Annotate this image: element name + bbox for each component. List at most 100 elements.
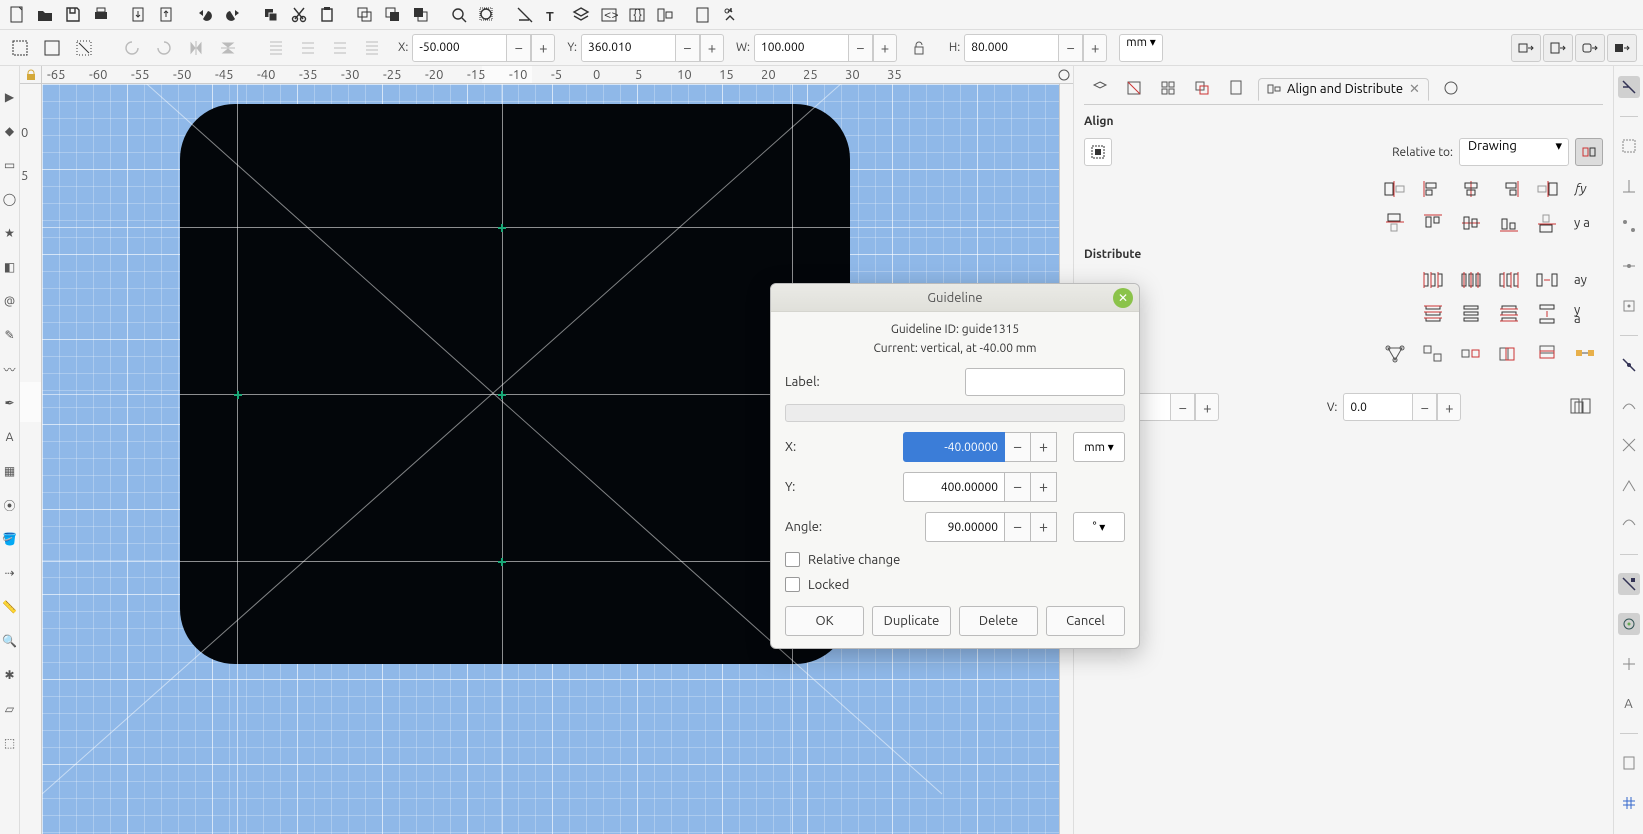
snap-edge-icon[interactable] xyxy=(1618,175,1640,197)
dlg-y-inc-button[interactable]: + xyxy=(1031,472,1057,502)
horizontal-ruler[interactable]: -65-60-55-50-45-40-35-30-25-20-15-10-505… xyxy=(42,66,1055,84)
overlap-v-input[interactable] xyxy=(1343,393,1413,421)
h-input[interactable] xyxy=(964,34,1059,62)
xml-icon[interactable]: <> xyxy=(596,2,622,28)
dist-vgap-icon[interactable] xyxy=(1533,301,1561,327)
circle-tool-icon[interactable]: ◯ xyxy=(2,186,18,212)
align-hcenter-icon[interactable] xyxy=(1457,176,1485,202)
affect-pattern-icon[interactable] xyxy=(1607,34,1637,62)
graph-connect-icon[interactable] xyxy=(1381,341,1409,367)
dlg-angle-input[interactable] xyxy=(925,512,1005,542)
flip-v-icon[interactable] xyxy=(214,34,242,62)
flip-h-icon[interactable] xyxy=(182,34,210,62)
gradient-tool-icon[interactable]: ▦ xyxy=(2,458,18,484)
align-as-group-button[interactable] xyxy=(1575,138,1603,166)
dist-vcenter-icon[interactable] xyxy=(1457,301,1485,327)
locked-checkbox[interactable] xyxy=(785,577,800,592)
snap-intersect-icon[interactable] xyxy=(1618,434,1640,456)
x-inc-button[interactable]: + xyxy=(531,34,555,62)
unlink-clone-icon[interactable] xyxy=(380,2,406,28)
label-input[interactable] xyxy=(965,368,1125,396)
panel-icon-4[interactable] xyxy=(1190,76,1214,100)
y-dec-button[interactable]: − xyxy=(676,34,700,62)
pencil-tool-icon[interactable]: ✎ xyxy=(2,322,18,348)
align-left-icon[interactable] xyxy=(1419,176,1447,202)
remove-overlap-v-icon[interactable] xyxy=(1533,341,1561,367)
panel-icon-3[interactable] xyxy=(1156,76,1180,100)
panel-icon-2[interactable] xyxy=(1122,76,1146,100)
dropper-tool-icon[interactable]: ⦿ xyxy=(2,492,18,518)
snap-other-icon[interactable] xyxy=(1618,573,1640,595)
snap-cusp-icon[interactable] xyxy=(1618,474,1640,496)
panel-icon-5[interactable] xyxy=(1224,76,1248,100)
selectors-icon[interactable]: {} xyxy=(624,2,650,28)
snap-corner-icon[interactable] xyxy=(1618,215,1640,237)
relative-to-select[interactable]: Drawing▾ xyxy=(1459,138,1569,166)
redo-icon[interactable] xyxy=(220,2,246,28)
delete-button[interactable]: Delete xyxy=(959,606,1038,636)
sel-as-group-button[interactable] xyxy=(1084,138,1112,166)
affect-corner-icon[interactable] xyxy=(1575,34,1605,62)
h-dec-button[interactable]: − xyxy=(1059,34,1083,62)
dist-bottom-icon[interactable] xyxy=(1495,301,1523,327)
duplicate-button[interactable]: Duplicate xyxy=(872,606,951,636)
snap-midpoint-icon[interactable] xyxy=(1618,255,1640,277)
snap-grid-icon[interactable] xyxy=(1618,792,1640,814)
snap-enable-icon[interactable] xyxy=(1618,76,1640,98)
node-tool-icon[interactable]: ◆ xyxy=(2,118,18,144)
rotate-cw-icon[interactable] xyxy=(150,34,178,62)
dlg-angle-unit-select[interactable]: ° ▾ xyxy=(1073,512,1125,542)
panel-icon-1[interactable] xyxy=(1088,76,1112,100)
align-right-icon[interactable] xyxy=(1495,176,1523,202)
calligraphy-tool-icon[interactable]: ✒ xyxy=(2,390,18,416)
lower-icon[interactable] xyxy=(326,34,354,62)
align-bottom-out-icon[interactable] xyxy=(1533,210,1561,236)
w-inc-button[interactable]: + xyxy=(873,34,897,62)
sel-all-icon[interactable] xyxy=(38,34,66,62)
sel-all-layers-icon[interactable] xyxy=(6,34,34,62)
affect-scale-icon[interactable] xyxy=(1543,34,1573,62)
unit-select[interactable]: mm ▾ xyxy=(1119,34,1162,62)
dlg-y-dec-button[interactable]: − xyxy=(1005,472,1031,502)
clone-icon[interactable] xyxy=(352,2,378,28)
align-top-out-icon[interactable] xyxy=(1381,210,1409,236)
3d-tool-icon[interactable]: ◧ xyxy=(2,254,18,280)
cms-icon[interactable] xyxy=(1055,66,1073,84)
dlg-x-dec-button[interactable]: − xyxy=(1005,432,1031,462)
star-tool-icon[interactable]: ★ xyxy=(2,220,18,246)
dist-right-icon[interactable] xyxy=(1495,267,1523,293)
dlg-x-inc-button[interactable]: + xyxy=(1031,432,1057,462)
desel-icon[interactable] xyxy=(70,34,98,62)
zoom-tool-icon[interactable]: 🔍 xyxy=(2,628,18,654)
selector-tool-icon[interactable]: ▶ xyxy=(2,84,18,110)
print-icon[interactable] xyxy=(88,2,114,28)
color-bar[interactable] xyxy=(785,404,1125,422)
guide-vertical[interactable] xyxy=(237,84,238,834)
unclump-icon[interactable] xyxy=(1457,341,1485,367)
lock-ratio-icon[interactable] xyxy=(905,34,933,62)
snap-bbox-icon[interactable] xyxy=(1618,135,1640,157)
affect-move-icon[interactable] xyxy=(1511,34,1541,62)
snap-node-icon[interactable] xyxy=(1618,354,1640,376)
cut-icon[interactable] xyxy=(286,2,312,28)
dialog-titlebar[interactable]: Guideline ✕ xyxy=(771,284,1139,312)
spray-tool-icon[interactable]: ✱ xyxy=(2,662,18,688)
ruler-lock-icon[interactable] xyxy=(20,66,42,84)
ok-button[interactable]: OK xyxy=(785,606,864,636)
fill-stroke-icon[interactable] xyxy=(512,2,538,28)
import-icon[interactable] xyxy=(126,2,152,28)
save-icon[interactable] xyxy=(60,2,86,28)
snap-path-icon[interactable] xyxy=(1618,394,1640,416)
copy-icon[interactable] xyxy=(258,2,284,28)
align-icon[interactable] xyxy=(652,2,678,28)
x-dec-button[interactable]: − xyxy=(507,34,531,62)
dlg-y-input[interactable] xyxy=(903,472,1005,502)
zoom-draw-icon[interactable] xyxy=(474,2,500,28)
dist-text-v-icon[interactable]: ya xyxy=(1571,301,1599,327)
ov-dec-button[interactable]: − xyxy=(1413,393,1437,421)
ov-inc-button[interactable]: + xyxy=(1437,393,1461,421)
cancel-button[interactable]: Cancel xyxy=(1046,606,1125,636)
dist-hgap-icon[interactable] xyxy=(1533,267,1561,293)
relative-change-checkbox[interactable] xyxy=(785,552,800,567)
dist-left-icon[interactable] xyxy=(1419,267,1447,293)
